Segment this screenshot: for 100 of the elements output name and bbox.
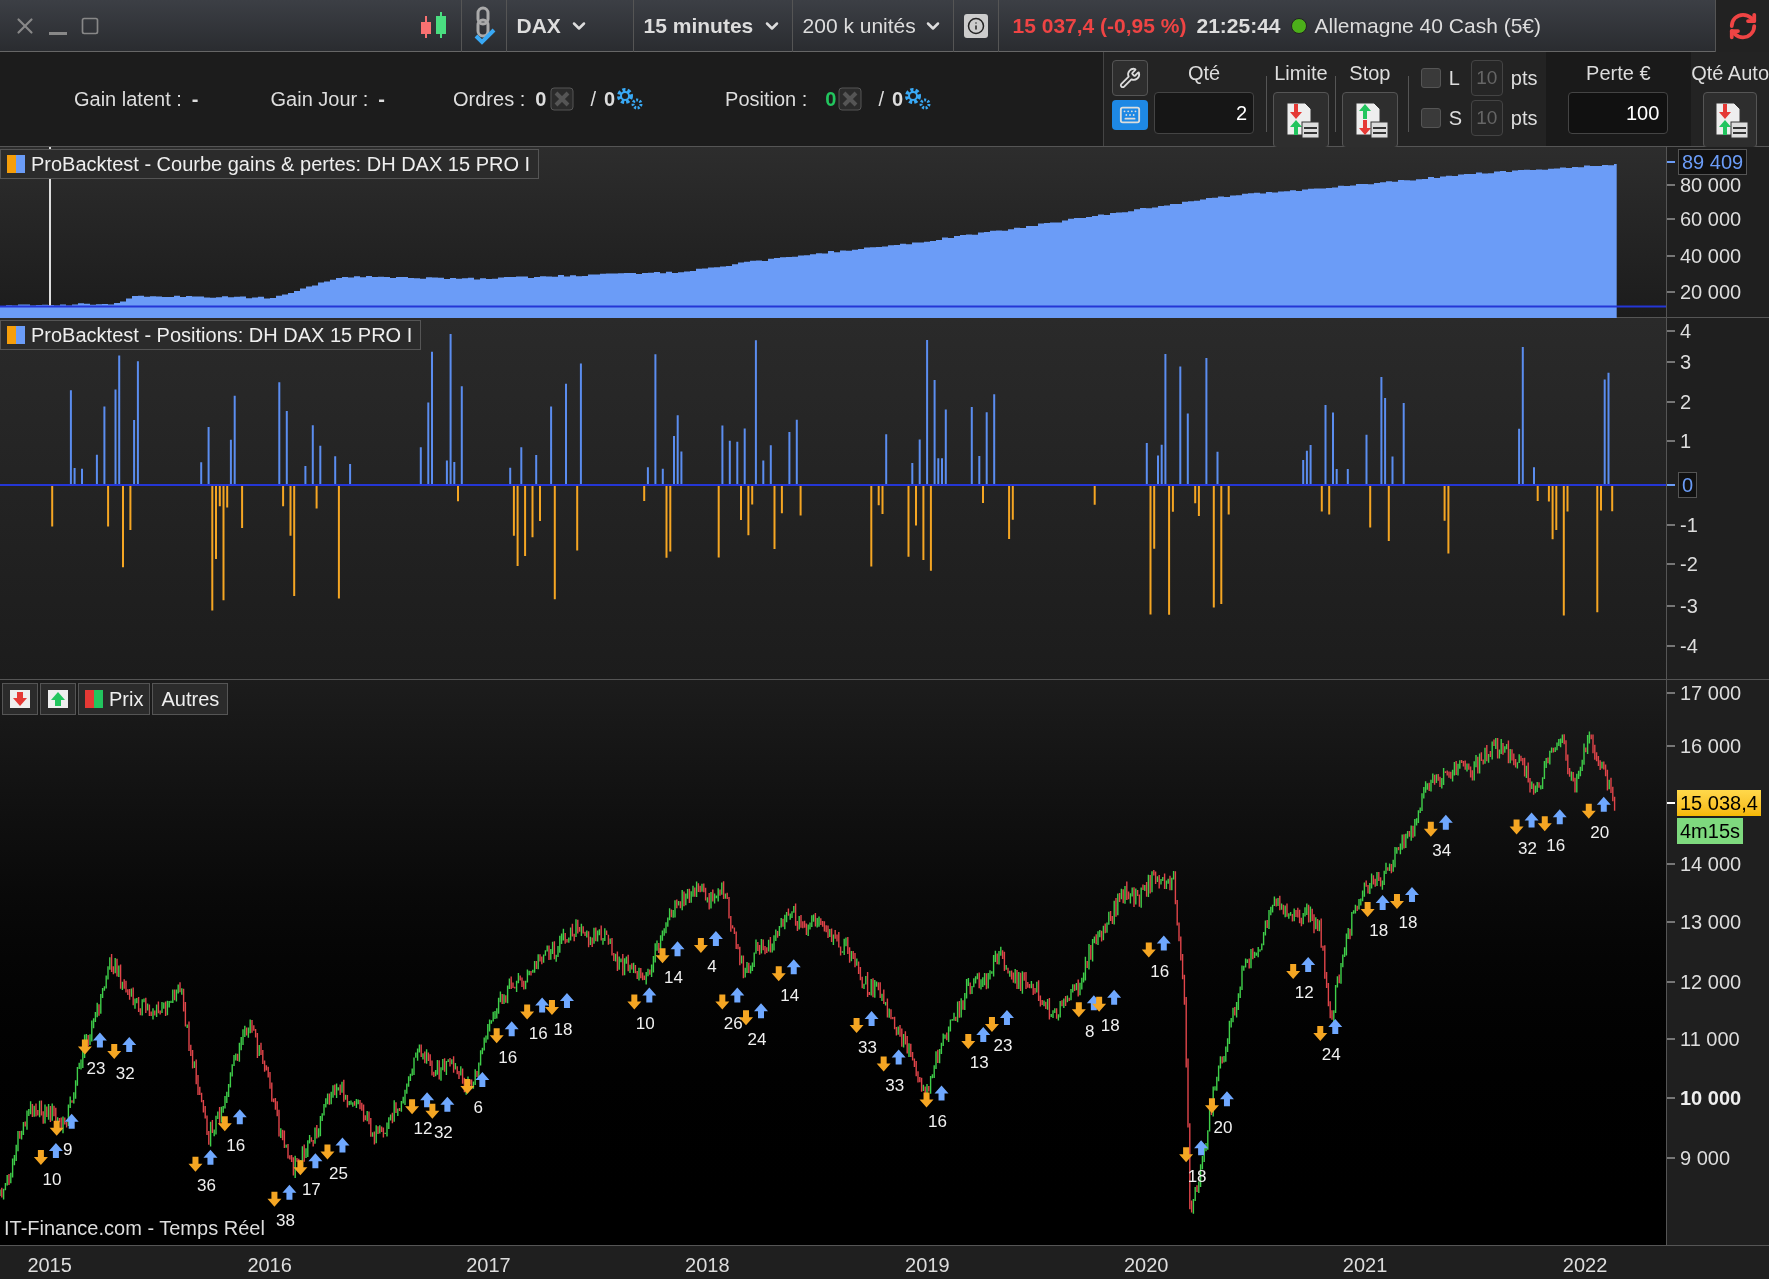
data-source-label: IT-Finance.com - Temps Réel: [4, 1216, 265, 1241]
trade-count-label: 18: [1398, 913, 1418, 933]
cancel-order-icon: [838, 87, 863, 111]
axis-label: 4: [1680, 318, 1692, 344]
trade-count-label: 10: [635, 1013, 655, 1033]
axis-label: 11 000: [1680, 1027, 1740, 1053]
info-button[interactable]: [963, 13, 988, 38]
trade-arrows-icon: [1360, 894, 1390, 917]
trade-count-label: 18: [1100, 1016, 1120, 1036]
separator-slash: /: [878, 87, 885, 112]
year-label: 2020: [1124, 1253, 1169, 1278]
trade-arrows-icon: [1179, 1140, 1209, 1163]
axis-label: 17 000: [1680, 680, 1742, 706]
instrument-dropdown[interactable]: DAX: [506, 0, 633, 52]
trade-arrows-icon: [267, 1184, 297, 1207]
trade-count-label: 16: [1150, 962, 1170, 981]
unit-label: pts: [1510, 66, 1538, 91]
settings-button[interactable]: [1112, 60, 1148, 96]
year-label: 2021: [1342, 1253, 1388, 1278]
panel-title: ProBacktest - Positions: DH DAX 15 PRO I: [31, 323, 413, 348]
trade-arrows-icon: [49, 1113, 79, 1136]
trade-arrows-icon: [1141, 935, 1171, 958]
year-label: 2022: [1562, 1253, 1608, 1278]
trade-count-label: 8: [1085, 1021, 1095, 1041]
buy-button[interactable]: [40, 683, 76, 715]
stop-label: Stop: [1349, 61, 1391, 86]
limit-order-button[interactable]: [1272, 92, 1329, 148]
price-tab[interactable]: Prix: [78, 683, 151, 715]
other-tab[interactable]: Autres: [152, 683, 229, 715]
cancel-order-icon: [550, 87, 575, 111]
trade-arrows-icon: [1286, 956, 1316, 979]
trade-arrows-icon: [1537, 809, 1567, 832]
trade-count-label: 25: [329, 1163, 348, 1183]
stop-order-button[interactable]: [1341, 92, 1398, 148]
loss-field[interactable]: 100: [1568, 92, 1669, 134]
refresh-button[interactable]: [1716, 0, 1769, 52]
trade-arrows-icon: [1092, 989, 1122, 1012]
sell-button[interactable]: [2, 683, 38, 715]
position-label: Position :: [725, 87, 808, 112]
checkbox-label: L: [1448, 66, 1461, 91]
keyboard-icon: [1119, 104, 1141, 126]
trade-count-label: 33: [858, 1037, 878, 1057]
axis-label: 20 000: [1680, 279, 1742, 305]
trade-arrows-icon: [33, 1143, 63, 1166]
axis-label: 16 000: [1680, 733, 1742, 759]
trade-count-label: 18: [1369, 921, 1389, 941]
trade-count-label: 36: [197, 1176, 216, 1196]
limit-label: Limite: [1274, 61, 1328, 86]
trade-count-label: 18: [553, 1019, 573, 1039]
separator-slash: /: [590, 87, 596, 112]
units-dropdown[interactable]: 200 k unités: [792, 0, 953, 52]
trade-count-label: 9: [62, 1140, 73, 1160]
trade-count-label: 13: [969, 1053, 989, 1073]
trade-count-label: 16: [498, 1047, 518, 1067]
year-label: 2016: [247, 1253, 292, 1278]
gain-latent-value: -: [191, 87, 199, 112]
axis-label: 40 000: [1680, 243, 1742, 269]
trade-arrows-icon: [320, 1137, 350, 1160]
axis-label: -2: [1680, 552, 1698, 578]
trade-count-label: 34: [1432, 841, 1452, 861]
trade-count-label: 38: [275, 1211, 295, 1231]
trade-arrows-icon: [655, 941, 685, 964]
wrench-icon: [1119, 67, 1141, 89]
gain-jour-value: -: [378, 87, 385, 112]
trade-arrows-icon: [1390, 887, 1419, 909]
trade-arrows-icon: [405, 1092, 435, 1115]
trade-arrows-icon: [293, 1153, 323, 1176]
trade-arrows-icon: [771, 959, 801, 982]
indicator-icon: [7, 326, 25, 344]
market-name: Allemagne 40 Cash (5€): [1314, 12, 1541, 39]
info-icon: [966, 16, 985, 35]
last-price-badge: 15 038,4: [1677, 790, 1761, 817]
position-count: 0: [825, 87, 837, 112]
trade-count-label: 23: [86, 1059, 106, 1078]
trade-count-label: 33: [885, 1075, 905, 1095]
year-label: 2017: [466, 1253, 511, 1278]
trade-count-label: 4: [707, 957, 717, 977]
trade-count-label: 17: [301, 1179, 321, 1199]
timeframe-dropdown[interactable]: 15 minutes: [633, 0, 792, 52]
axis-label: 14 000: [1680, 852, 1742, 878]
trade-arrows-icon: [425, 1096, 455, 1119]
axis-label: 60 000: [1680, 207, 1742, 233]
trade-arrows-icon: [984, 1009, 1014, 1032]
axis-label: 2: [1680, 389, 1692, 415]
axis-label: 80 000: [1680, 172, 1742, 198]
trade-count-label: 23: [993, 1036, 1013, 1056]
auto-quantity-button[interactable]: [1703, 92, 1758, 148]
axis-label: 12 000: [1680, 969, 1742, 995]
trade-arrows-icon: [544, 993, 574, 1016]
trade-count-label: 14: [664, 967, 683, 987]
axis-label: 9 000: [1680, 1145, 1731, 1171]
refresh-icon: [1727, 10, 1758, 41]
trade-arrows-icon: [188, 1149, 218, 1172]
quantity-field[interactable]: 2: [1154, 92, 1254, 134]
pending-orders-count: 0: [603, 87, 616, 112]
trade-count-label: 10: [42, 1169, 62, 1189]
axis-label: 3: [1680, 350, 1692, 376]
trade-count-label: 20: [1213, 1117, 1233, 1137]
checkbox-label: S: [1448, 106, 1463, 131]
axis-label: 10 000: [1680, 1085, 1742, 1111]
